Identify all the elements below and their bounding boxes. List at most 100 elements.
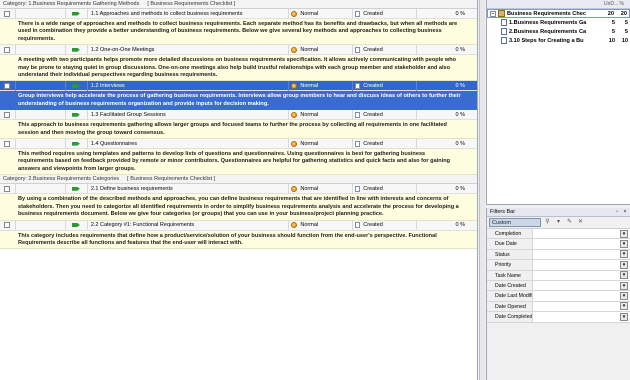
filter-row[interactable]: Status ▾ — [487, 249, 630, 261]
filter-row[interactable]: Completion ▾ — [487, 229, 630, 240]
task-name[interactable]: 1.3 Facilitated Group Sessions — [88, 109, 290, 120]
task-completion[interactable]: 0 % — [417, 45, 477, 55]
chevron-down-icon[interactable]: ▾ — [620, 250, 628, 259]
task-item[interactable]: 1.4 Questionnaires Normal Created 0 % This m… — [0, 138, 477, 176]
task-checkbox[interactable] — [0, 8, 16, 19]
task-name[interactable]: 1.2 One-on-One Meetings — [88, 44, 290, 55]
task-row[interactable]: 1.3 Facilitated Group Sessions Normal Crea… — [0, 109, 477, 121]
close-icon[interactable]: × — [622, 209, 628, 215]
task-checkbox[interactable] — [0, 109, 16, 120]
task-completion[interactable]: 0 % — [417, 220, 477, 230]
task-item[interactable]: 1.3 Facilitated Group Sessions Normal Crea… — [0, 109, 477, 140]
document-icon — [501, 37, 507, 44]
task-checkbox[interactable] — [0, 220, 16, 230]
filter-value[interactable] — [533, 260, 620, 269]
chevron-down-icon[interactable]: ▾ — [620, 229, 628, 238]
chevron-down-icon[interactable]: ▾ — [620, 302, 628, 311]
filter-value[interactable] — [533, 281, 620, 290]
filter-value[interactable] — [533, 291, 620, 300]
task-item[interactable]: 1.2 One-on-One Meetings Normal Created 0 % A… — [0, 44, 477, 82]
task-completion[interactable]: 0 % — [417, 81, 477, 91]
chevron-down-icon[interactable]: ▾ — [620, 281, 628, 290]
task-status[interactable]: Created — [353, 138, 418, 149]
task-status[interactable]: Created — [353, 44, 418, 55]
checklist-link[interactable]: [ Business Requirements Checklist ] — [127, 176, 215, 182]
chevron-down-icon[interactable]: ▾ — [620, 260, 628, 269]
vertical-scrollbar[interactable] — [479, 0, 485, 380]
filter-row[interactable]: Date Created ▾ — [487, 280, 630, 292]
filter-icon[interactable]: ⚲ — [543, 218, 552, 227]
task-priority[interactable]: Normal — [289, 220, 354, 230]
chevron-down-icon[interactable]: ▾ — [620, 240, 628, 249]
tree-item[interactable]: 1.Business Requirements Ga 5 5 — [487, 18, 630, 27]
filter-row[interactable]: Date Completed ▾ — [487, 312, 630, 323]
filter-preset-combo[interactable]: Custom — [489, 218, 541, 227]
task-item[interactable]: 2.2 Category #1: Functional Requirements… — [0, 220, 477, 250]
task-name[interactable]: 1.1 Approaches and methods to collect bu… — [88, 8, 290, 19]
task-status[interactable]: Created — [353, 8, 418, 19]
task-completion[interactable]: 0 % — [417, 9, 477, 19]
filter-row[interactable]: Task Name ▾ — [487, 270, 630, 281]
chevron-down-icon[interactable]: ▾ — [554, 218, 563, 227]
category-label: Category: 2.Business Requirements Catego… — [3, 176, 120, 183]
task-row[interactable]: 1.1 Approaches and methods to collect bu… — [0, 8, 477, 19]
task-status[interactable]: Created — [353, 109, 418, 120]
task-row[interactable]: 2.2 Category #1: Functional Requirements… — [0, 220, 477, 231]
task-item[interactable]: 2.1 Define business requirements Normal Cr… — [0, 183, 477, 221]
filter-value[interactable] — [533, 312, 620, 321]
task-checkbox[interactable] — [0, 138, 16, 149]
task-priority[interactable]: Normal — [289, 80, 354, 91]
task-row[interactable]: 2.1 Define business requirements Normal Cr… — [0, 183, 477, 195]
flag-icon — [66, 220, 88, 230]
filter-field-label: Priority — [487, 260, 533, 270]
filter-value[interactable] — [533, 271, 620, 280]
task-status[interactable]: Created — [353, 80, 418, 91]
collapse-icon[interactable]: − — [490, 10, 496, 17]
task-priority[interactable]: Normal — [289, 109, 354, 120]
filter-field-label: Task Name — [487, 270, 533, 280]
tree-item-label: Business Requirements Chec — [507, 10, 586, 17]
task-checkbox[interactable] — [0, 183, 16, 194]
task-completion[interactable]: 0 % — [417, 110, 477, 120]
chevron-down-icon[interactable]: ▾ — [620, 292, 628, 301]
task-completion[interactable]: 0 % — [417, 139, 477, 149]
filter-row[interactable]: Priority ▾ — [487, 260, 630, 271]
tree-item[interactable]: 3.10 Steps for Creating a Bu 10 10 — [487, 36, 630, 45]
task-item[interactable]: 1.2 Interviews Normal Created 0 % Group inte… — [0, 80, 477, 111]
filter-value[interactable] — [533, 229, 620, 238]
flag-icon — [66, 80, 88, 91]
filter-value[interactable] — [533, 250, 620, 259]
filter-row[interactable]: Due Date ▾ — [487, 239, 630, 250]
task-checkbox[interactable] — [0, 44, 16, 55]
task-completion[interactable]: 0 % — [417, 184, 477, 194]
filter-row[interactable]: Date Opened ▾ — [487, 301, 630, 313]
task-row[interactable]: 1.4 Questionnaires Normal Created 0 % — [0, 138, 477, 150]
task-item[interactable]: 1.1 Approaches and methods to collect bu… — [0, 8, 477, 46]
tree-item[interactable]: 2.Business Requirements Ca 5 5 — [487, 27, 630, 36]
task-status[interactable]: Created — [353, 220, 418, 230]
clear-icon[interactable]: ✕ — [576, 218, 585, 227]
task-name[interactable]: 1.4 Questionnaires — [88, 138, 290, 149]
filter-value[interactable] — [533, 302, 620, 311]
task-name[interactable]: 1.2 Interviews — [88, 80, 290, 91]
filter-value[interactable] — [533, 239, 620, 248]
task-name[interactable]: 2.2 Category #1: Functional Requirements — [88, 220, 290, 230]
filter-row[interactable]: Date Last Modific ▾ — [487, 291, 630, 302]
task-priority[interactable]: Normal — [289, 138, 354, 149]
task-row[interactable]: 1.2 One-on-One Meetings Normal Created 0 % — [0, 44, 477, 56]
task-row[interactable]: 1.2 Interviews Normal Created 0 % — [0, 80, 477, 92]
task-priority[interactable]: Normal — [289, 8, 354, 19]
task-description: This approach to business requirements g… — [0, 120, 477, 140]
chevron-down-icon[interactable]: ▾ — [620, 271, 628, 280]
task-checkbox[interactable] — [0, 80, 16, 91]
edit-icon[interactable]: ✎ — [565, 218, 574, 227]
checklist-link[interactable]: [ Business Requirements Checklist ] — [147, 1, 235, 7]
task-status[interactable]: Created — [353, 183, 418, 194]
task-description: There is a wide range of approaches and … — [0, 19, 477, 46]
task-priority[interactable]: Normal — [289, 44, 354, 55]
tree-item[interactable]: − Business Requirements Chec 20 20 — [487, 9, 630, 18]
task-priority[interactable]: Normal — [289, 183, 354, 194]
task-name[interactable]: 2.1 Define business requirements — [88, 183, 290, 194]
pin-icon[interactable]: ▫ — [614, 209, 620, 215]
chevron-down-icon[interactable]: ▾ — [620, 312, 628, 321]
